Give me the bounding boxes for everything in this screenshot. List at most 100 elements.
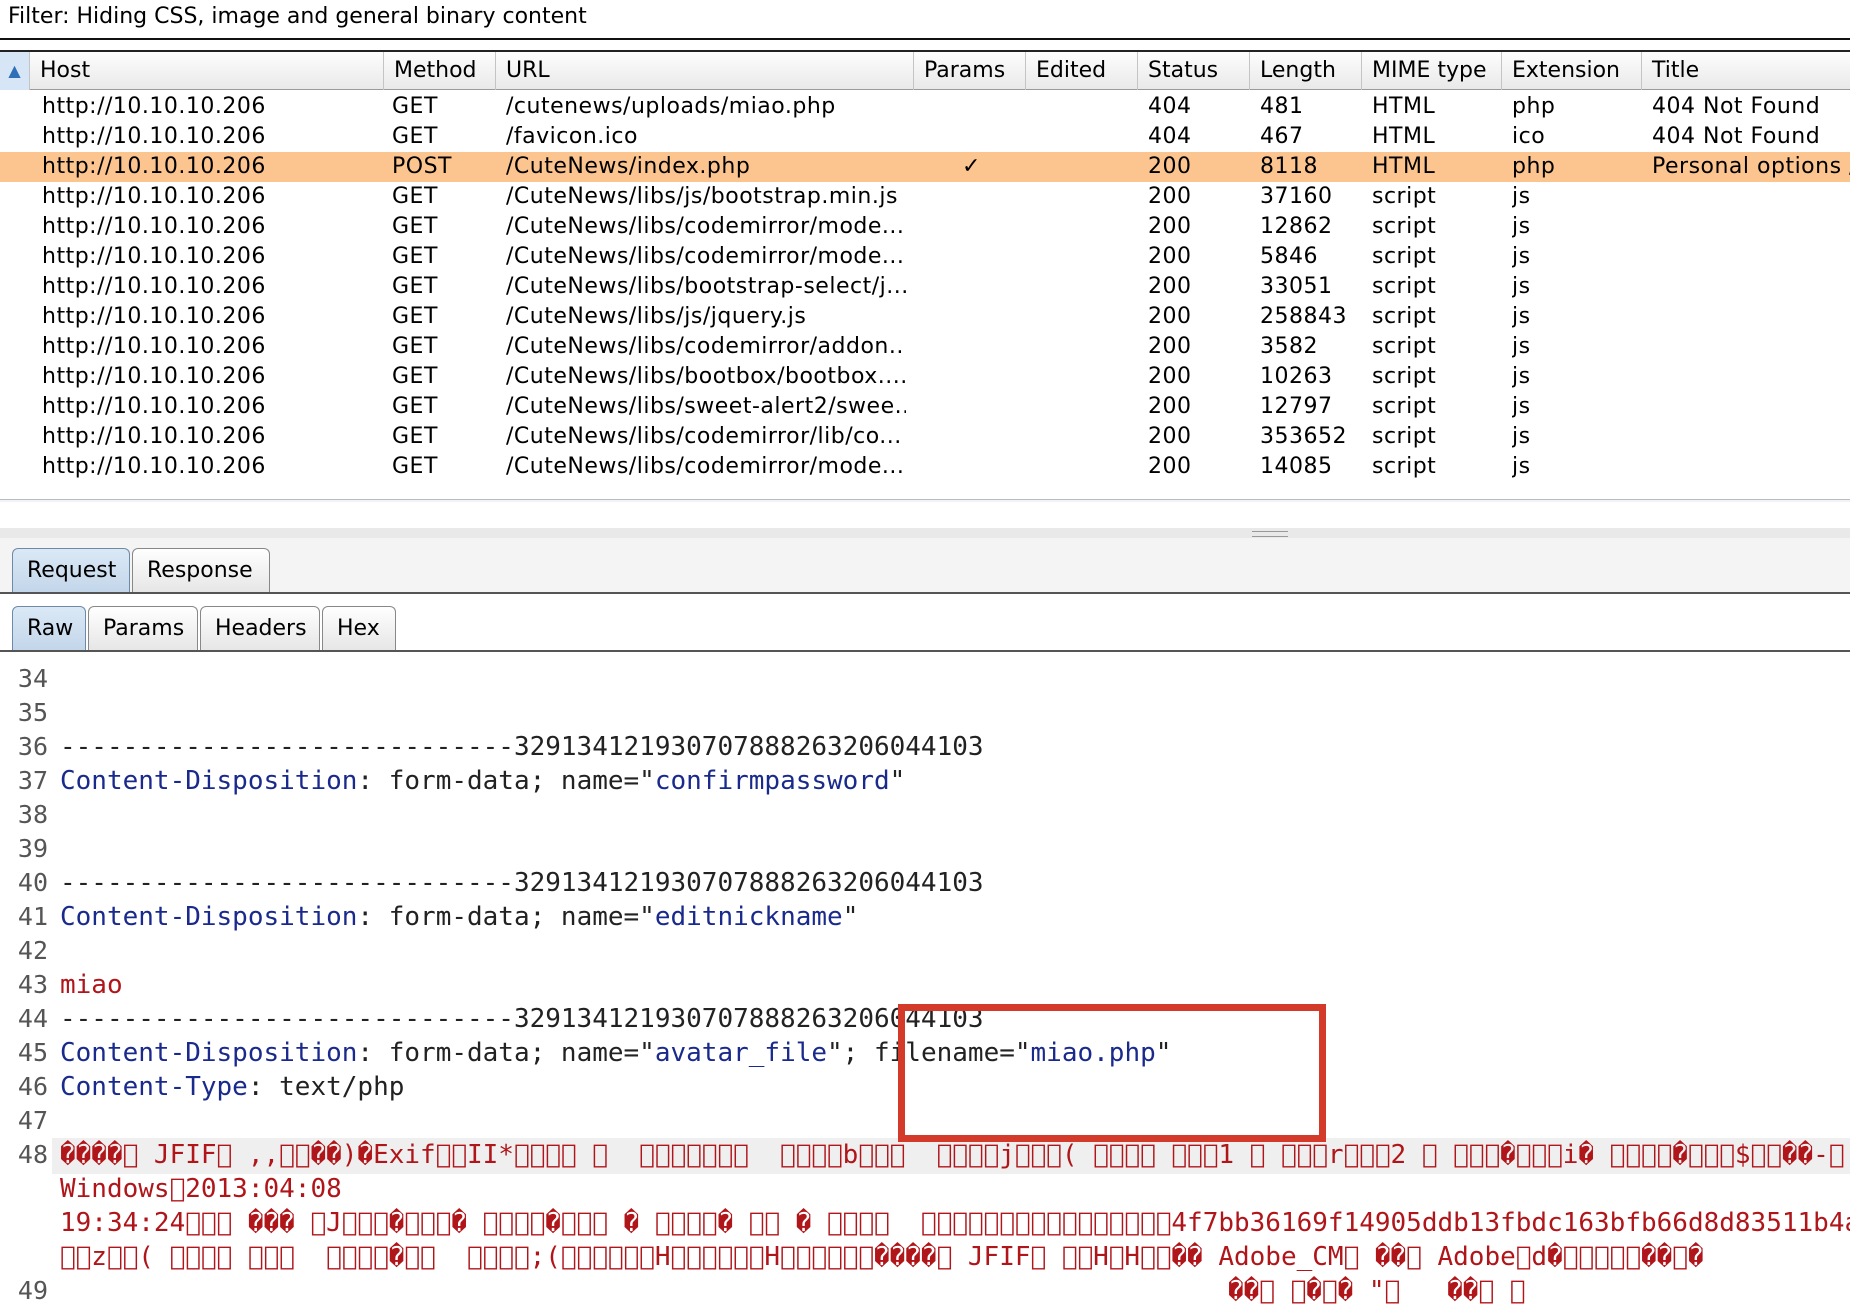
pane-splitter[interactable]: [0, 528, 1850, 538]
cell-status: 200: [1148, 214, 1192, 239]
cell-mime: script: [1372, 274, 1437, 299]
binary-content: Windows 2013:04:08: [60, 1174, 342, 1204]
cell-length: 12797: [1260, 394, 1333, 419]
cell-status: 200: [1148, 304, 1192, 329]
cell-host: http://10.10.10.206: [42, 124, 266, 149]
line-number: 45: [17, 1038, 48, 1067]
cell-length: 10263: [1260, 364, 1333, 389]
cell-length: 467: [1260, 124, 1304, 149]
cell-length: 3582: [1260, 334, 1318, 359]
cell-length: 14085: [1260, 454, 1333, 479]
table-row[interactable]: http://10.10.10.206 GET/CuteNews/libs/js/…: [0, 182, 1850, 212]
column-extension[interactable]: Extension: [1502, 52, 1642, 90]
cell-url: /CuteNews/libs/bootbox/bootbox....: [506, 364, 906, 389]
cell-mime: script: [1372, 424, 1437, 449]
tab-headers[interactable]: Headers: [200, 606, 320, 650]
cell-host: http://10.10.10.206: [42, 394, 266, 419]
cell-method: GET: [392, 424, 438, 449]
cell-status: 200: [1148, 394, 1192, 419]
cell-status: 200: [1148, 334, 1192, 359]
cell-status: 200: [1148, 244, 1192, 269]
column-params[interactable]: Params: [914, 52, 1026, 90]
cell-mime: HTML: [1372, 154, 1436, 179]
cell-url: /CuteNews/libs/js/jquery.js: [506, 304, 807, 329]
raw-request-editor[interactable]: 34 35 36 37 38 39 40 41 42 43 44 45 46 4…: [0, 654, 1850, 1308]
cell-length: 8118: [1260, 154, 1318, 179]
cell-status: 404: [1148, 94, 1192, 119]
header-text: : form-data; name=": [357, 902, 655, 932]
table-row[interactable]: http://10.10.10.206 GET/CuteNews/libs/swe…: [0, 392, 1850, 422]
column-length[interactable]: Length: [1250, 52, 1362, 90]
quote: ": [842, 902, 859, 932]
header-line: Content-Disposition: form-data; name="co…: [60, 766, 905, 796]
binary-content: ��   � � "  ��   : [1228, 1276, 1526, 1306]
column-status[interactable]: Status: [1138, 52, 1250, 90]
cell-method: GET: [392, 244, 438, 269]
table-row[interactable]: http://10.10.10.206 GET/cutenews/uploads/…: [0, 92, 1850, 122]
column-mime-type[interactable]: MIME type: [1362, 52, 1502, 90]
cell-length: 258843: [1260, 304, 1347, 329]
table-row[interactable]: http://10.10.10.206 GET/CuteNews/libs/cod…: [0, 332, 1850, 362]
boundary-line: -----------------------------32913412193…: [60, 868, 984, 898]
line-number: 40: [17, 868, 48, 897]
boundary-line: -----------------------------32913412193…: [60, 1004, 984, 1034]
cell-url: /favicon.ico: [506, 124, 638, 149]
table-row[interactable]: http://10.10.10.206 GET/CuteNews/libs/cod…: [0, 242, 1850, 272]
tab-hex[interactable]: Hex: [322, 606, 396, 650]
cell-extension: js: [1512, 364, 1531, 389]
tab-raw[interactable]: Raw: [12, 606, 86, 650]
line-number: 41: [17, 902, 48, 931]
cell-method: GET: [392, 364, 438, 389]
table-row[interactable]: http://10.10.10.206 GET/CuteNews/libs/boo…: [0, 362, 1850, 392]
header-line: Content-Type: text/php: [60, 1072, 404, 1102]
table-row[interactable]: http://10.10.10.206 GET/CuteNews/libs/js/…: [0, 302, 1850, 332]
binary-content:   z  (              �       ;(      H   …: [60, 1242, 1704, 1272]
table-row[interactable]: http://10.10.10.206 GET/CuteNews/libs/cod…: [0, 212, 1850, 242]
cell-method: GET: [392, 454, 438, 479]
cell-extension: js: [1512, 454, 1531, 479]
cell-extension: js: [1512, 394, 1531, 419]
cell-method: GET: [392, 334, 438, 359]
cell-extension: js: [1512, 244, 1531, 269]
line-number: 34: [17, 664, 48, 693]
table-row[interactable]: http://10.10.10.206 GET/CuteNews/libs/cod…: [0, 452, 1850, 482]
field-name: confirmpassword: [654, 766, 890, 796]
tab-request[interactable]: Request: [12, 548, 130, 592]
cell-url: /CuteNews/libs/sweet-alert2/swee...: [506, 394, 906, 419]
cell-url: /cutenews/uploads/miao.php: [506, 94, 836, 119]
filter-bar[interactable]: Filter: Hiding CSS, image and general bi…: [0, 0, 1850, 40]
splitter-grip-icon[interactable]: [1252, 531, 1288, 537]
cell-method: GET: [392, 304, 438, 329]
table-row[interactable]: http://10.10.10.206 POST/CuteNews/index.p…: [0, 152, 1850, 182]
column-method[interactable]: Method: [384, 52, 496, 90]
table-row[interactable]: http://10.10.10.206 GET/favicon.ico 404 467…: [0, 122, 1850, 152]
tab-params[interactable]: Params: [88, 606, 198, 650]
cell-host: http://10.10.10.206: [42, 274, 266, 299]
cell-status: 200: [1148, 274, 1192, 299]
cell-length: 481: [1260, 94, 1304, 119]
field-name: avatar_file: [654, 1038, 828, 1068]
cell-title: 404 Not Found: [1652, 94, 1821, 119]
column-title[interactable]: Title: [1642, 52, 1850, 90]
cell-extension: js: [1512, 214, 1531, 239]
cell-host: http://10.10.10.206: [42, 214, 266, 239]
line-number: 38: [17, 800, 48, 829]
line-number: 43: [17, 970, 48, 999]
cell-length: 5846: [1260, 244, 1318, 269]
table-row[interactable]: http://10.10.10.206 GET/CuteNews/libs/boo…: [0, 272, 1850, 302]
column-host[interactable]: Host: [30, 52, 384, 90]
horizontal-scrollbar[interactable]: ◀: [0, 499, 1850, 502]
tab-response[interactable]: Response: [132, 548, 270, 592]
sort-ascending-icon[interactable]: ▲: [0, 52, 30, 90]
table-row[interactable]: http://10.10.10.206 GET/CuteNews/libs/cod…: [0, 422, 1850, 452]
highlight-annotation-box: [898, 1004, 1326, 1142]
cell-mime: script: [1372, 364, 1437, 389]
cell-mime: script: [1372, 334, 1437, 359]
column-url[interactable]: URL: [496, 52, 914, 90]
filter-label: Filter: Hiding CSS, image and general bi…: [8, 4, 587, 29]
header-key: Content-Disposition: [60, 902, 358, 932]
line-number: 49: [17, 1276, 48, 1305]
cell-length: 37160: [1260, 184, 1333, 209]
cell-url: /CuteNews/libs/codemirror/mode...: [506, 454, 905, 479]
column-edited[interactable]: Edited: [1026, 52, 1138, 90]
